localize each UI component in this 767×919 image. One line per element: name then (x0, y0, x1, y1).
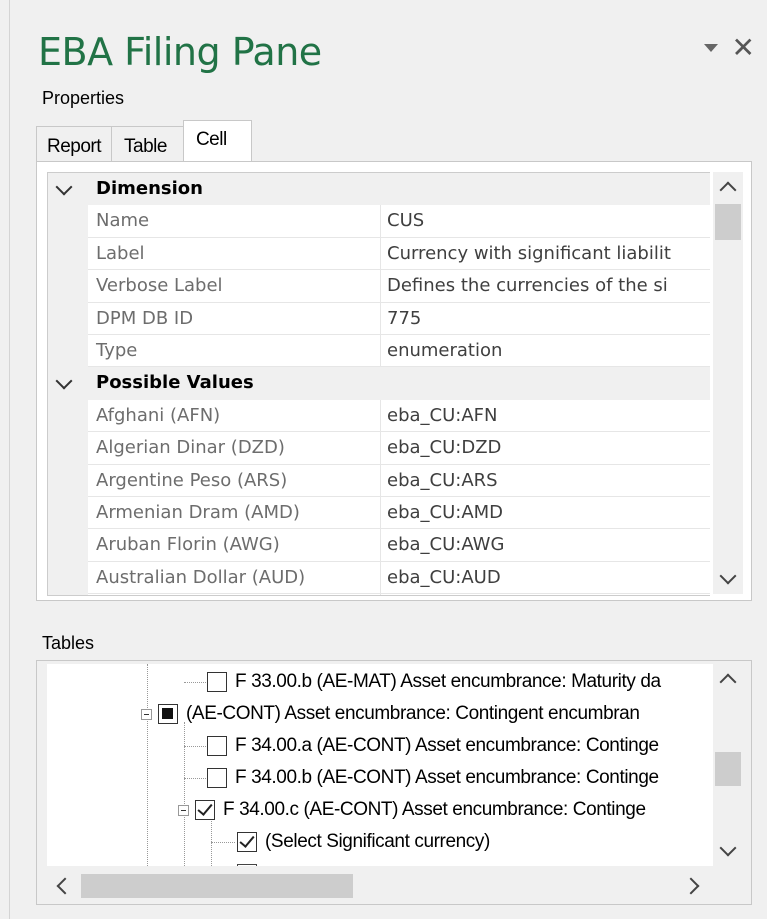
section-possible-values: Possible Values (48, 367, 710, 400)
tree-item-label: F 33.00.b (AE-MAT) Asset encumbrance: Ma… (235, 671, 661, 692)
property-name: Name (88, 205, 381, 238)
property-value[interactable]: eba_CU:AFN (381, 400, 710, 433)
property-name: Algerian Dinar (DZD) (88, 432, 381, 465)
collapse-icon[interactable] (141, 708, 152, 720)
property-name: Label (88, 237, 381, 271)
tree-item-label: (AE-CONT) Asset encumbrance: Contingent … (186, 703, 640, 724)
tree-item-label: F 34.00.c (AE-CONT) Asset encumbrance: C… (223, 799, 646, 820)
section-dimension: Dimension (48, 173, 710, 206)
checkbox[interactable] (207, 672, 227, 692)
scroll-down-icon[interactable] (713, 564, 743, 594)
scroll-up-icon[interactable] (713, 172, 743, 202)
section-title: Possible Values (96, 372, 254, 394)
property-grid: Dimension Name CUS Label Currency with s… (47, 172, 710, 596)
checkbox[interactable] (207, 736, 227, 756)
property-row[interactable]: Label Currency with significant liabilit (48, 237, 710, 271)
close-icon[interactable]: ✕ (732, 34, 755, 62)
property-name: DPM DB ID (88, 302, 381, 335)
tables-horizontal-scrollbar[interactable] (47, 871, 709, 901)
pane-border (9, 0, 10, 919)
checkbox[interactable] (195, 800, 215, 820)
tree-item[interactable]: F 34.00.b (AE-CONT) Asset encumbrance: C… (207, 762, 659, 794)
property-row[interactable]: Verbose Label Defines the currencies of … (48, 270, 710, 303)
property-value[interactable]: 775 (381, 303, 710, 335)
property-row[interactable]: Armenian Dram (AMD) eba_CU:AMD (48, 496, 710, 530)
tab-report[interactable]: Report (36, 126, 113, 161)
tree-item-label: F 34.00.b (AE-CONT) Asset encumbrance: C… (235, 767, 659, 788)
checkbox[interactable] (207, 768, 227, 788)
property-name: Armenian Dram (AMD) (88, 496, 381, 530)
tree-item[interactable]: (Select Significant currency) (237, 826, 490, 858)
scroll-thumb[interactable] (715, 204, 741, 240)
property-row (48, 594, 710, 595)
tree-item-label: F 34.00.a (AE-CONT) Asset encumbrance: C… (235, 735, 659, 756)
tables-vertical-scrollbar[interactable] (713, 664, 743, 866)
property-row[interactable]: Argentine Peso (ARS) eba_CU:ARS (48, 464, 710, 497)
property-value[interactable]: enumeration (381, 335, 710, 368)
properties-tabs: Report Table Cell (36, 120, 252, 161)
property-value[interactable]: eba_CU:AMD (381, 497, 710, 530)
tables-panel: F 33.00.b (AE-MAT) Asset encumbrance: Ma… (36, 660, 752, 905)
property-row[interactable]: Australian Dollar (AUD) eba_CU:AUD (48, 561, 710, 595)
tab-table[interactable]: Table (111, 126, 184, 161)
pane-options-icon[interactable] (703, 44, 718, 52)
tree-item[interactable]: (AE-CONT) Asset encumbrance: Contingent … (141, 698, 640, 730)
property-value[interactable]: CUS (381, 205, 710, 238)
pane-title: EBA Filing Pane (38, 30, 322, 74)
tree-item[interactable]: F 34.00.a (AE-CONT) Asset encumbrance: C… (207, 730, 659, 762)
property-value[interactable]: eba_CU:DZD (381, 432, 710, 465)
property-row[interactable]: DPM DB ID 775 (48, 302, 710, 335)
property-value[interactable]: eba_CU:ARS (381, 465, 710, 497)
property-row[interactable]: Name CUS (48, 205, 710, 238)
section-title: Dimension (96, 178, 203, 199)
properties-vertical-scrollbar[interactable] (713, 172, 743, 594)
property-value[interactable]: eba_CU:AWG (381, 529, 710, 562)
property-value[interactable]: eba_CU:AUD (381, 562, 710, 595)
tables-label: Tables (40, 633, 97, 654)
checkbox[interactable] (237, 864, 257, 866)
checkbox[interactable] (158, 704, 178, 724)
property-row[interactable]: Type enumeration (48, 334, 710, 368)
scroll-thumb[interactable] (81, 874, 353, 898)
property-name: Aruban Florin (AWG) (88, 529, 381, 562)
properties-panel: Dimension Name CUS Label Currency with s… (36, 161, 752, 601)
collapse-icon[interactable] (178, 804, 189, 816)
collapse-dimension-icon[interactable] (48, 173, 88, 205)
tree-item[interactable]: F 34.00.c (AE-CONT) Asset encumbrance: C… (178, 794, 646, 826)
scroll-up-icon[interactable] (713, 664, 743, 694)
scroll-down-icon[interactable] (713, 836, 743, 866)
property-name: Type (88, 334, 381, 368)
property-row[interactable]: Algerian Dinar (DZD) eba_CU:DZD (48, 432, 710, 465)
property-row[interactable]: Aruban Florin (AWG) eba_CU:AWG (48, 529, 710, 562)
property-name: Verbose Label (88, 270, 381, 303)
scroll-right-icon[interactable] (679, 871, 709, 901)
tree-item[interactable] (237, 858, 257, 866)
collapse-possible-values-icon[interactable] (48, 367, 88, 399)
property-name: Australian Dollar (AUD) (88, 561, 381, 595)
tables-tree: F 33.00.b (AE-MAT) Asset encumbrance: Ma… (47, 664, 719, 866)
checkbox[interactable] (237, 832, 257, 852)
tree-item-label: (Select Significant currency) (265, 831, 490, 852)
property-name: Afghani (AFN) (88, 399, 381, 433)
property-row[interactable]: Afghani (AFN) eba_CU:AFN (48, 399, 710, 433)
tab-cell[interactable]: Cell (182, 120, 252, 161)
property-value[interactable]: Defines the currencies of the si (381, 270, 710, 303)
tree-item[interactable]: F 33.00.b (AE-MAT) Asset encumbrance: Ma… (207, 666, 661, 698)
properties-label: Properties (40, 88, 127, 109)
pane-controls: ✕ (703, 34, 755, 62)
scroll-left-icon[interactable] (47, 871, 77, 901)
property-value[interactable]: Currency with significant liabilit (381, 238, 710, 271)
property-name: Argentine Peso (ARS) (88, 464, 381, 497)
scroll-thumb[interactable] (715, 752, 741, 786)
